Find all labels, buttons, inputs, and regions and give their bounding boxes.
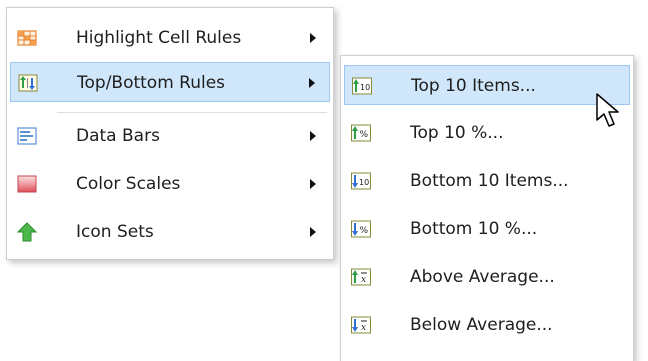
submenu-arrow-icon xyxy=(310,33,316,43)
top-bottom-rules-submenu: 10 Top 10 Items... % Top 10 %... 10 Bott… xyxy=(340,55,634,361)
svg-text:%: % xyxy=(360,130,369,140)
svg-text:10: 10 xyxy=(359,178,369,187)
submenu-item-below-average[interactable]: x Below Average... xyxy=(344,305,630,345)
submenu-item-label: Below Average... xyxy=(410,315,553,335)
menu-item-label: Data Bars xyxy=(76,126,160,146)
submenu-item-label: Bottom 10 Items... xyxy=(410,171,569,191)
data-bars-icon xyxy=(17,126,37,146)
submenu-arrow-icon xyxy=(310,179,316,189)
menu-item-label: Top/Bottom Rules xyxy=(77,73,226,93)
color-scales-icon xyxy=(17,174,37,194)
menu-item-color-scales[interactable]: Color Scales xyxy=(10,164,330,204)
menu-item-label: Icon Sets xyxy=(76,222,154,242)
menu-separator xyxy=(57,112,327,113)
submenu-arrow-icon xyxy=(309,78,315,88)
submenu-item-bottom-10-percent[interactable]: % Bottom 10 %... xyxy=(344,209,630,249)
submenu-item-top-10-items[interactable]: 10 Top 10 Items... xyxy=(344,65,630,105)
top-bottom-rules-icon xyxy=(18,73,38,93)
above-average-icon: x xyxy=(351,267,371,287)
submenu-item-label: Top 10 %... xyxy=(410,123,504,143)
bottom-10-items-icon: 10 xyxy=(351,171,371,191)
top-10-percent-icon: % xyxy=(351,123,371,143)
submenu-item-label: Top 10 Items... xyxy=(411,76,536,96)
submenu-item-above-average[interactable]: x Above Average... xyxy=(344,257,630,297)
submenu-item-label: Above Average... xyxy=(410,267,555,287)
bottom-10-percent-icon: % xyxy=(351,219,371,239)
menu-item-label: Color Scales xyxy=(76,174,181,194)
submenu-item-bottom-10-items[interactable]: 10 Bottom 10 Items... xyxy=(344,161,630,201)
below-average-icon: x xyxy=(351,315,371,335)
menu-item-icon-sets[interactable]: Icon Sets xyxy=(10,212,330,252)
mouse-cursor-icon xyxy=(596,93,622,135)
submenu-item-top-10-percent[interactable]: % Top 10 %... xyxy=(344,113,630,153)
menu-item-label: Highlight Cell Rules xyxy=(76,28,242,48)
menu-item-data-bars[interactable]: Data Bars xyxy=(10,116,330,156)
svg-text:10: 10 xyxy=(360,83,370,92)
svg-text:%: % xyxy=(360,226,369,236)
submenu-item-label: Bottom 10 %... xyxy=(410,219,538,239)
highlight-cell-rules-icon xyxy=(17,28,37,48)
svg-text:x: x xyxy=(361,275,366,285)
menu-item-highlight-cell-rules[interactable]: Highlight Cell Rules xyxy=(10,18,330,58)
icon-sets-icon xyxy=(16,222,38,242)
submenu-arrow-icon xyxy=(310,227,316,237)
conditional-formatting-menu: Highlight Cell Rules Top/Bottom Rules Da… xyxy=(6,7,334,260)
submenu-arrow-icon xyxy=(310,131,316,141)
svg-text:x: x xyxy=(361,323,366,333)
menu-item-top-bottom-rules[interactable]: Top/Bottom Rules xyxy=(10,62,330,102)
top-10-items-icon: 10 xyxy=(352,76,372,96)
